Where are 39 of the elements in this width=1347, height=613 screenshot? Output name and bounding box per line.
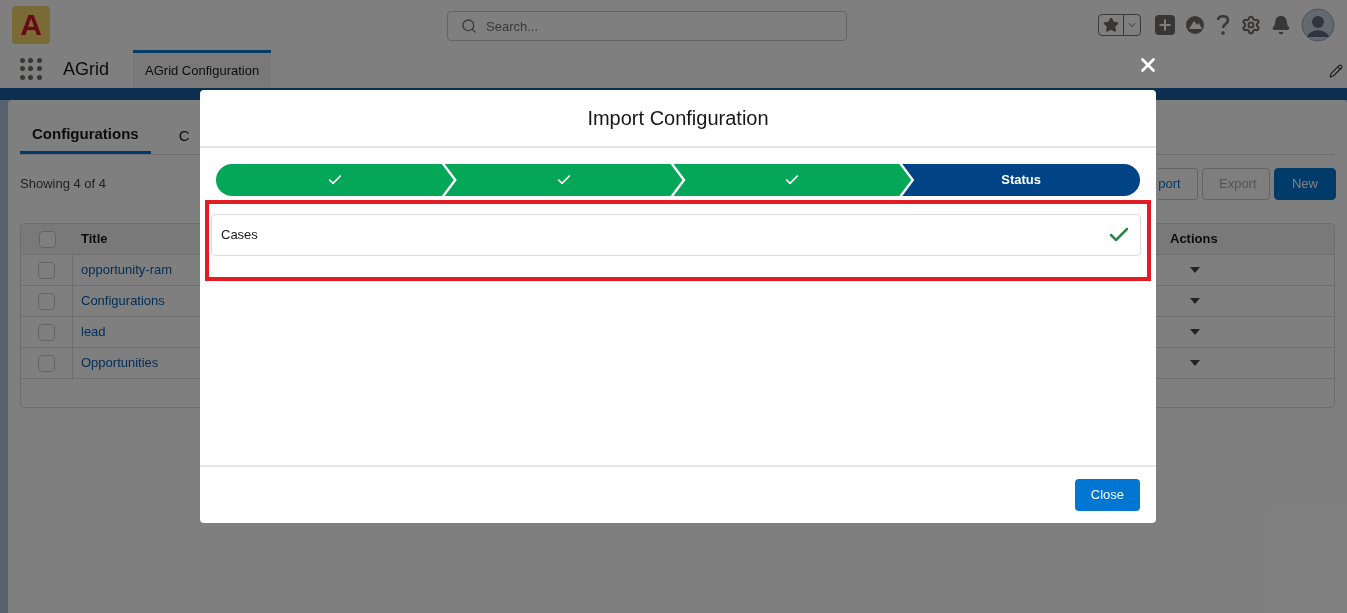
action-button[interactable]: New — [1274, 168, 1336, 200]
row-checkbox[interactable] — [38, 354, 55, 372]
search-field[interactable]: Search... — [447, 11, 847, 41]
title-link[interactable]: Configurations — [81, 291, 165, 311]
result-name: Cases — [221, 226, 258, 245]
close-button[interactable]: Close — [1074, 479, 1140, 511]
content-tab[interactable]: Configurations — [20, 118, 151, 154]
modal-title: Import Configuration — [587, 106, 769, 131]
add-icon[interactable] — [1155, 15, 1175, 35]
avatar-icon[interactable] — [1301, 8, 1335, 42]
record-count: Showing 4 of 4 — [20, 175, 106, 194]
edit-icon[interactable] — [1329, 64, 1343, 78]
mountain-icon[interactable] — [1185, 15, 1205, 35]
title-link[interactable]: opportunity-ram — [81, 260, 173, 280]
search-icon — [461, 18, 477, 34]
content-tab[interactable]: C — [178, 118, 190, 154]
favorites-button[interactable] — [1098, 14, 1141, 36]
progress-step: Status — [902, 164, 1140, 196]
row-checkbox[interactable] — [38, 261, 55, 279]
row-checkbox[interactable] — [38, 323, 55, 341]
app-name: AGrid — [63, 57, 109, 81]
row-actions-caret-icon[interactable] — [1190, 267, 1200, 273]
app-logo[interactable]: A — [12, 6, 50, 44]
settings-icon[interactable] — [1241, 15, 1261, 35]
row-actions-caret-icon[interactable] — [1190, 329, 1200, 335]
row-checkbox[interactable] — [38, 292, 55, 310]
title-link[interactable]: Opportunities — [81, 353, 159, 373]
action-button[interactable]: port — [1158, 168, 1198, 200]
title-link[interactable]: lead — [81, 322, 106, 342]
nav-tab[interactable]: AGrid Configuration — [133, 50, 272, 88]
column-header[interactable]: Title — [81, 229, 108, 249]
help-icon[interactable] — [1215, 14, 1231, 36]
row-actions-caret-icon[interactable] — [1190, 360, 1200, 366]
app-launcher-icon[interactable] — [20, 58, 42, 80]
select-all-checkbox[interactable] — [38, 230, 56, 248]
row-actions-caret-icon[interactable] — [1190, 298, 1200, 304]
column-header[interactable]: Actions — [1170, 229, 1218, 249]
notifications-icon[interactable] — [1271, 15, 1291, 35]
star-icon — [1103, 17, 1119, 33]
